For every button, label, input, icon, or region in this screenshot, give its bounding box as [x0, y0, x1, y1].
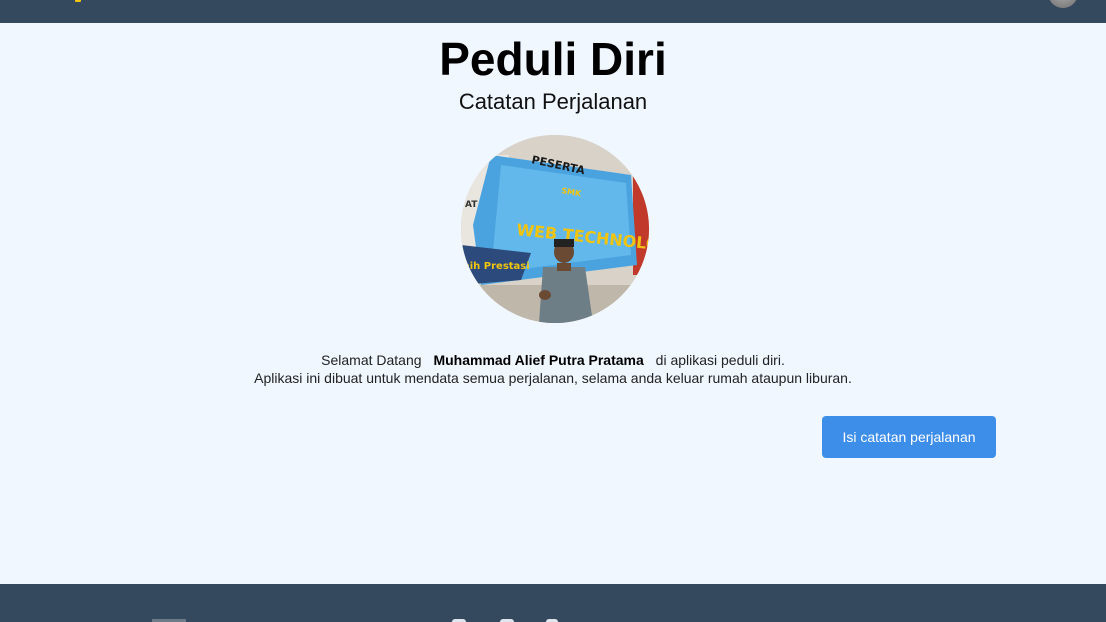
- welcome-line: Selamat Datang Muhammad Alief Putra Prat…: [0, 351, 1106, 369]
- page-subtitle: Catatan Perjalanan: [458, 89, 648, 114]
- user-name: Muhammad Alief Putra Pratama: [433, 352, 644, 368]
- app-description: Aplikasi ini dibuat untuk mendata semua …: [254, 370, 852, 386]
- brand-logo-icon[interactable]: [75, 0, 81, 2]
- top-navbar: [0, 0, 1106, 23]
- profile-photo: PESERTA SMK WEB TECHNOLOGIES aih Prestas…: [461, 135, 649, 323]
- fill-journal-button[interactable]: Isi catatan perjalanan: [822, 416, 996, 458]
- main-content: Peduli Diri Catatan Perjalanan PESERTA S…: [0, 23, 1106, 584]
- page-title: Peduli Diri: [439, 33, 667, 85]
- banner-text-left: AT: [465, 200, 478, 210]
- welcome-suffix: di aplikasi peduli diri.: [655, 352, 785, 368]
- footer: [0, 584, 1106, 622]
- user-avatar-icon[interactable]: [1048, 0, 1078, 8]
- welcome-prefix: Selamat Datang: [321, 352, 422, 368]
- banner-text-bottom: aih Prestasi: [463, 261, 530, 272]
